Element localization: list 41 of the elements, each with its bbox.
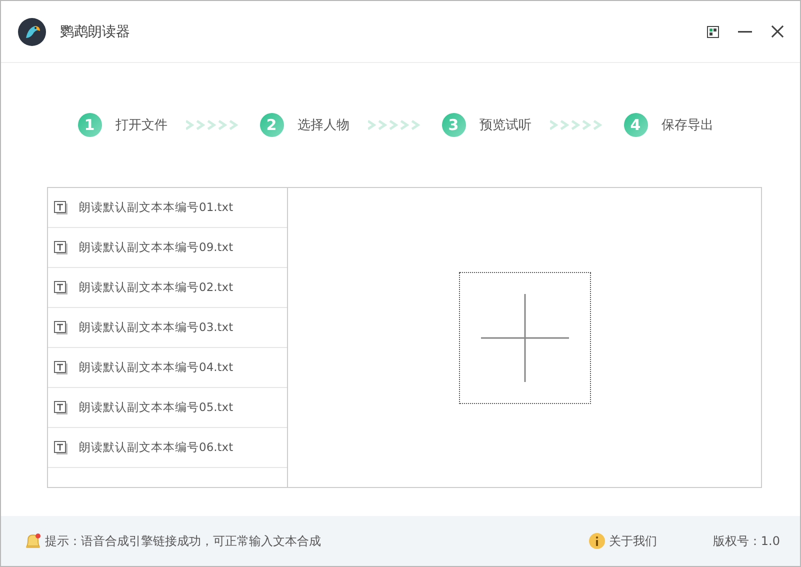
about-link[interactable]: 关于我们 [608,532,657,550]
file-item[interactable]: 朗读默认副文本本编号05.txt [48,388,287,428]
file-name: 朗读默认副文本本编号04.txt [79,360,234,375]
file-item[interactable]: 朗读默认副文本本编号03.txt [48,308,287,348]
plus-icon [480,294,568,382]
skin-icon[interactable] [707,26,719,38]
file-name: 朗读默认副文本本编号06.txt [79,440,234,455]
text-file-icon [54,440,68,454]
step-label: 打开文件 [116,117,168,134]
file-name: 朗读默认副文本本编号03.txt [79,320,234,335]
window-title: 鹦鹉朗读器 [60,22,130,40]
file-name: 朗读默认副文本本编号01.txt [79,200,234,215]
step-label: 预览试听 [480,117,532,134]
step-label: 选择人物 [298,117,350,134]
step-number: 3 [442,113,466,137]
file-item[interactable]: 朗读默认副文本本编号01.txt [48,188,287,228]
minimize-icon[interactable] [738,30,752,32]
text-file-icon [54,400,68,414]
close-icon[interactable] [771,25,784,38]
parrot-logo-icon [18,18,46,46]
file-item[interactable]: 朗读默认副文本本编号09.txt [48,228,287,268]
file-item[interactable]: 朗读默认副文本本编号04.txt [48,348,287,388]
text-file-icon [54,360,68,374]
info-icon [588,533,605,549]
status-message: 提示：语音合成引擎链接成功，可正常输入文本合成 [45,532,321,550]
step-number: 2 [260,113,284,137]
text-file-icon [54,320,68,334]
text-file-icon [54,200,68,214]
step-label: 保存导出 [662,117,714,134]
file-item[interactable]: 朗读默认副文本本编号06.txt [48,428,287,468]
file-item[interactable]: 朗读默认副文本本编号02.txt [48,268,287,308]
file-name: 朗读默认副文本本编号02.txt [79,280,234,295]
step-number: 1 [78,113,102,137]
file-name: 朗读默认副文本本编号05.txt [79,400,234,415]
add-file-area[interactable] [458,272,590,404]
text-file-icon [54,240,68,254]
file-name: 朗读默认副文本本编号09.txt [79,240,234,255]
text-file-icon [54,280,68,294]
version-label: 版权号：1.0 [712,532,780,550]
bell-icon [24,532,42,550]
step-number: 4 [624,113,648,137]
